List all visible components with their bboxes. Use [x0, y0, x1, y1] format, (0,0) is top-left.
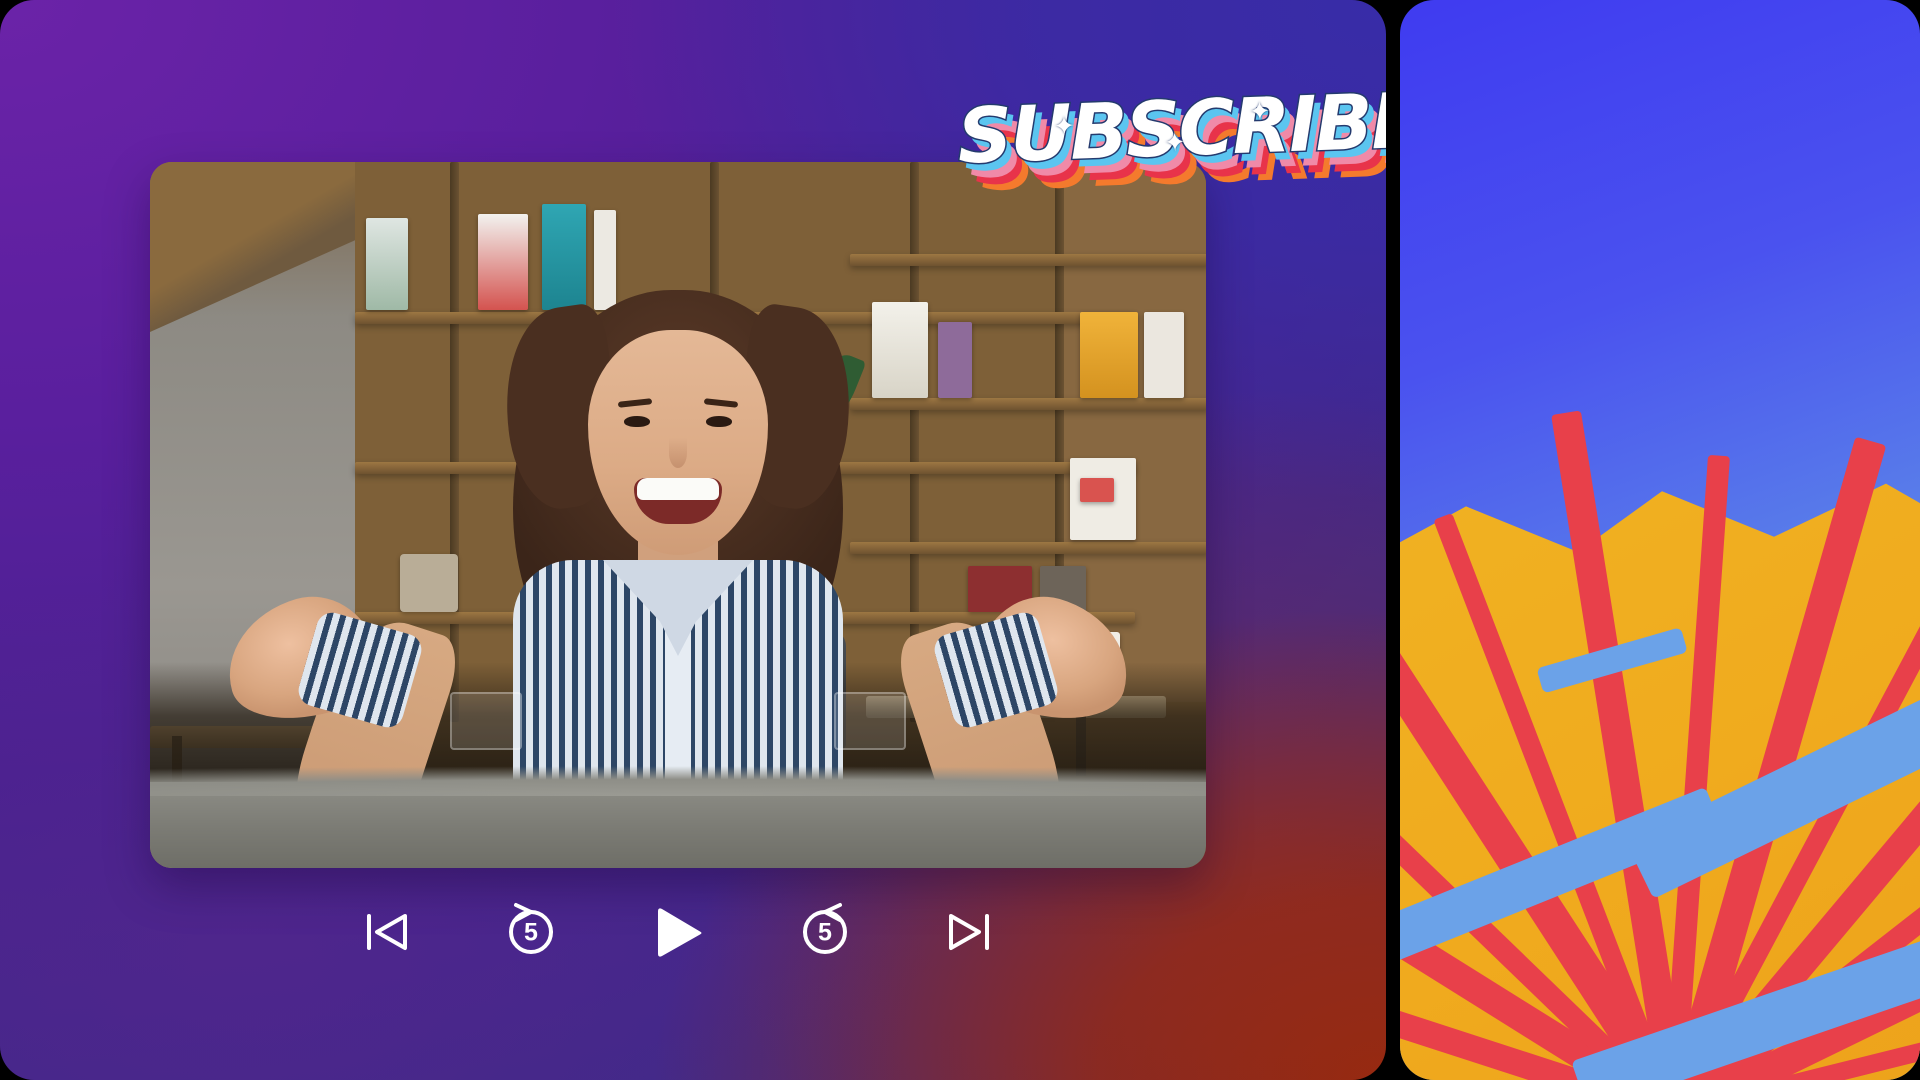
- previous-button[interactable]: [358, 903, 416, 961]
- forward-5-button[interactable]: 5: [794, 901, 856, 963]
- eyebrow-left: [617, 398, 653, 408]
- mouth-smiling: [634, 478, 722, 524]
- shelf-book: [1080, 312, 1138, 398]
- forward-seconds-label: 5: [818, 918, 832, 947]
- next-button[interactable]: [940, 903, 998, 961]
- nose: [669, 438, 687, 468]
- rewind-5-button[interactable]: 5: [500, 901, 562, 963]
- play-icon: [658, 908, 702, 957]
- sunburst-brush-artwork: [1400, 400, 1920, 1080]
- video-preview[interactable]: [150, 162, 1206, 868]
- eye-right: [706, 416, 732, 427]
- eye-left: [624, 416, 650, 427]
- rewind-seconds-label: 5: [524, 918, 538, 947]
- shirt-pocket-right: [834, 692, 906, 750]
- shirt-pocket-left: [450, 692, 522, 750]
- skip-next-icon: [949, 914, 989, 950]
- screenshot-root: SUBSCRIBE SUBSCRIBE SUBSCRIBE SUBSCRIBE …: [0, 0, 1920, 1080]
- play-button[interactable]: [646, 900, 710, 964]
- teeth: [637, 478, 719, 500]
- video-composition-panel: SUBSCRIBE SUBSCRIBE SUBSCRIBE SUBSCRIBE …: [0, 0, 1386, 1080]
- playback-controls: 5 5: [150, 900, 1206, 964]
- shelf-book: [1144, 312, 1184, 398]
- scene-front-desk: [150, 766, 1206, 868]
- shelf-box-accent: [1080, 478, 1114, 502]
- eyebrow-right: [703, 398, 739, 408]
- shelf-board: [850, 254, 1206, 266]
- artwork-panel: YouTube descriptions: [1400, 0, 1920, 1080]
- skip-previous-icon: [367, 914, 407, 950]
